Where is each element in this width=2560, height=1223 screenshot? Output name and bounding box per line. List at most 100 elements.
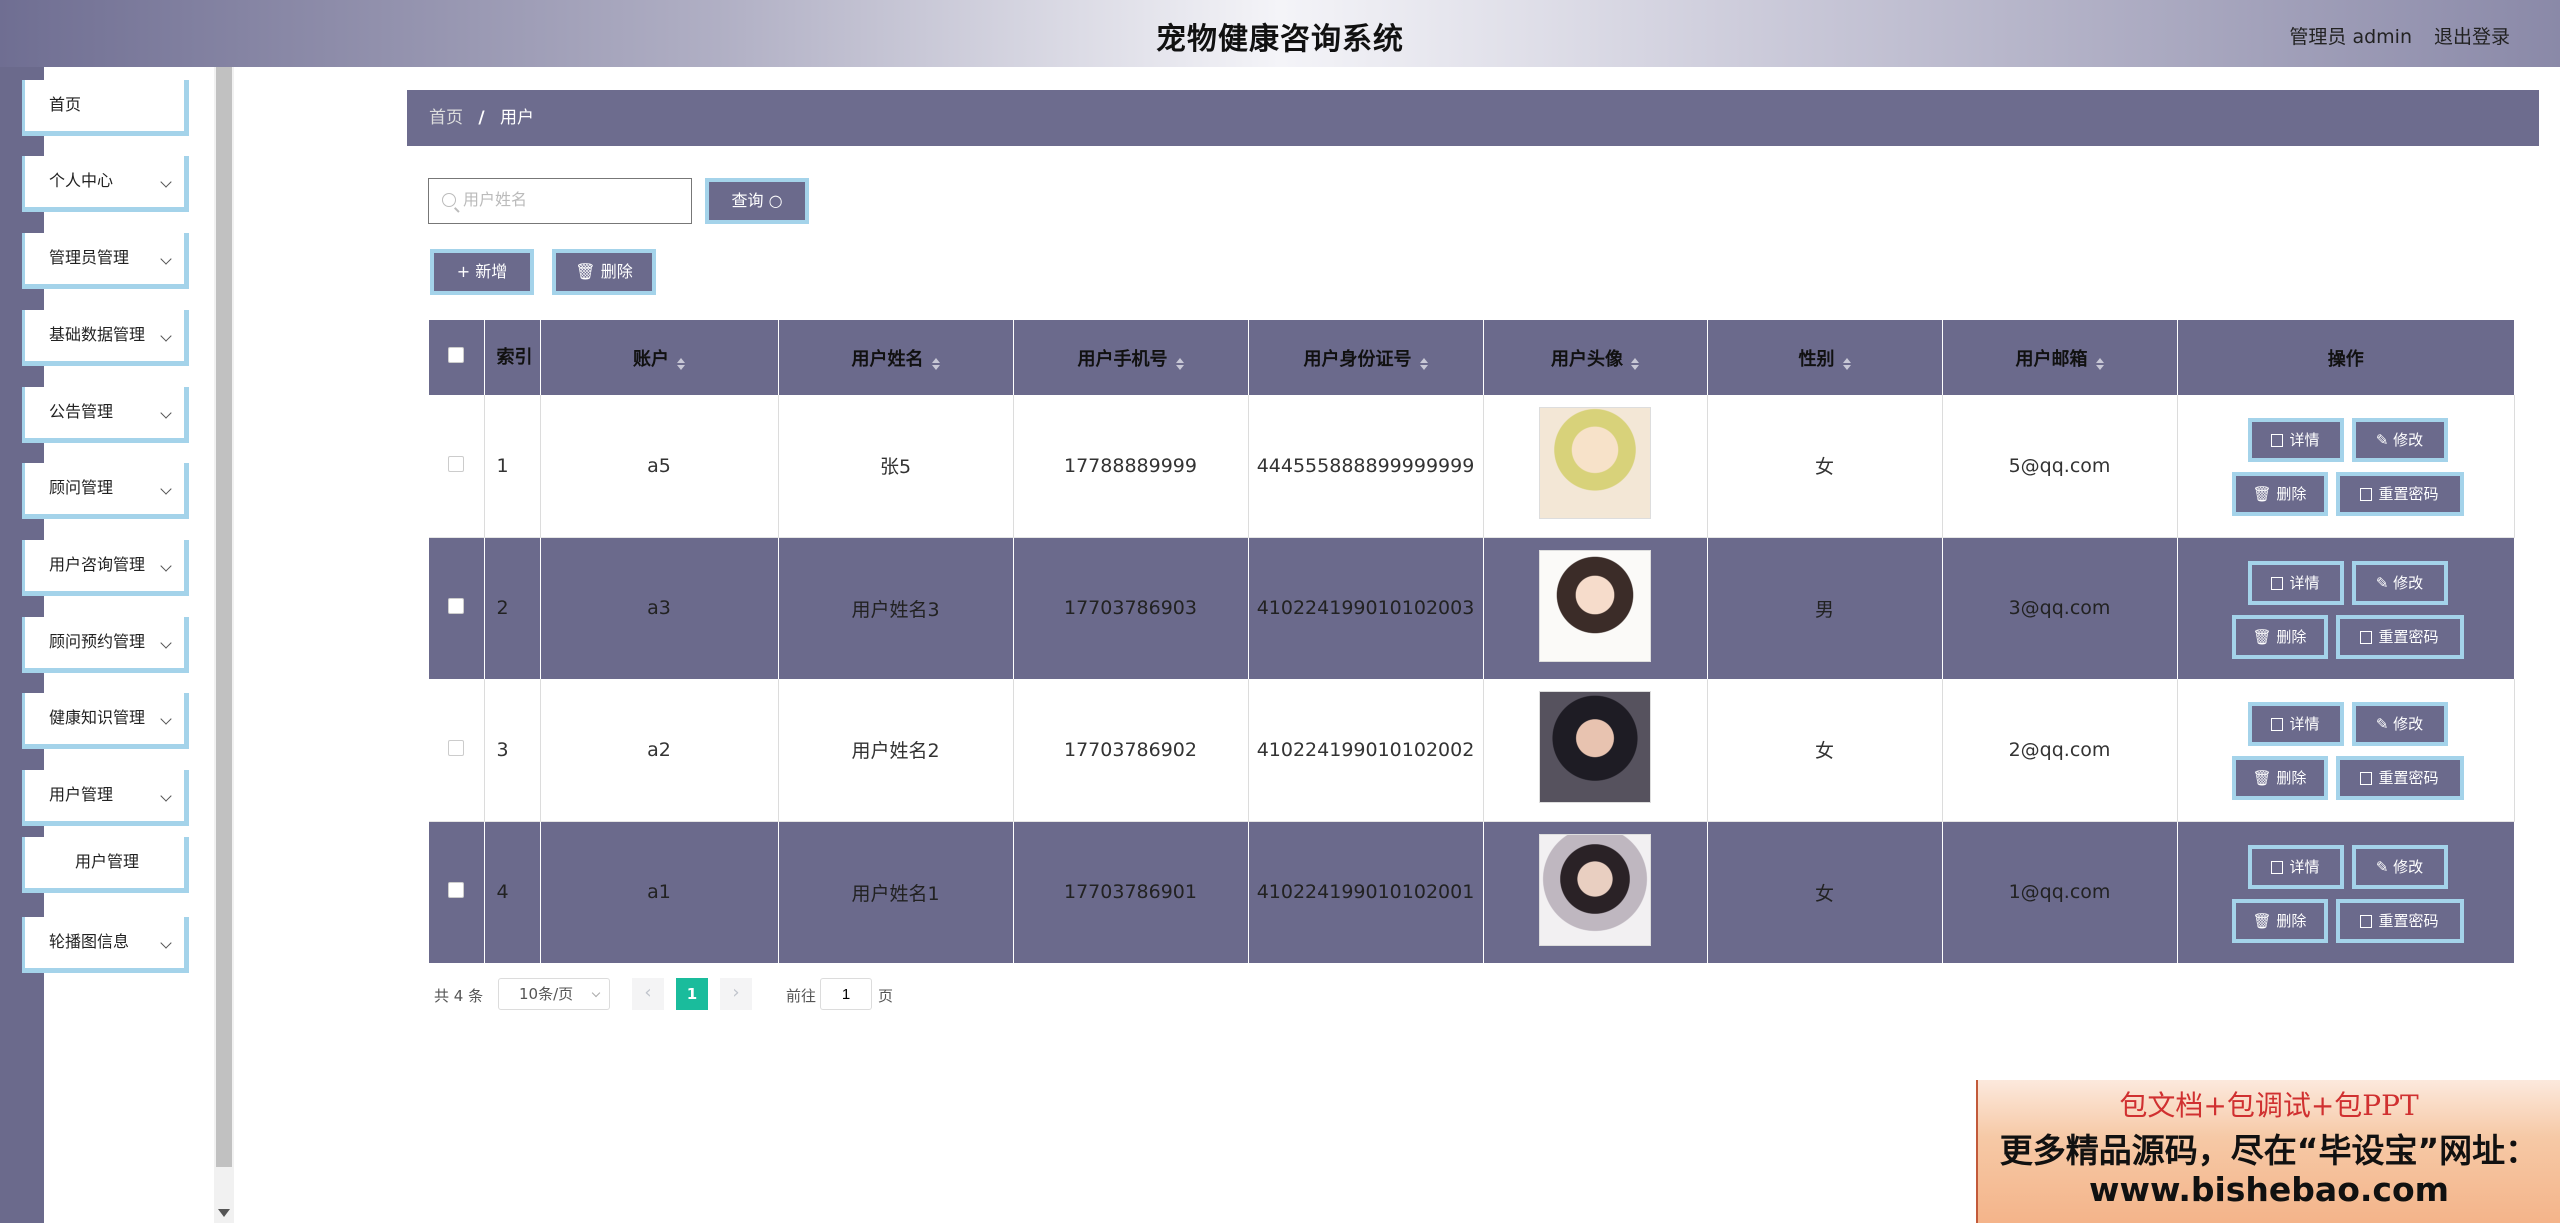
detail-button[interactable]: 详情	[2247, 560, 2344, 605]
reset-password-button[interactable]: 重置密码	[2335, 472, 2464, 516]
row-checkbox-cell[interactable]	[429, 537, 485, 679]
chevron-down-icon	[160, 937, 172, 949]
avatar[interactable]	[1539, 407, 1651, 520]
goto-page-input[interactable]	[820, 978, 872, 1010]
sort-icon[interactable]	[1175, 357, 1184, 370]
sidebar-item-label: 轮播图信息	[49, 932, 130, 951]
sort-icon[interactable]	[1842, 357, 1851, 370]
cell-phone: 17788889999	[1013, 395, 1249, 538]
sidebar-item-admin-management[interactable]: 管理员管理	[22, 233, 189, 289]
row-checkbox[interactable]	[448, 455, 465, 472]
pencil-icon: ✎	[2375, 715, 2394, 733]
row-checkbox[interactable]	[448, 739, 465, 756]
detail-button[interactable]: 详情	[2247, 844, 2344, 889]
sidebar-item-health-knowledge[interactable]: 健康知识管理	[22, 693, 189, 749]
next-page-button[interactable]: ›	[720, 978, 752, 1010]
user-table: 索引 账户 用户姓名 用户手机号 用户身份证号 用户头像 性别 用户邮箱 操作 …	[429, 320, 2515, 963]
sort-icon[interactable]	[1631, 357, 1639, 370]
delete-button[interactable]: 🗑 删除	[2231, 898, 2328, 943]
add-button[interactable]: + 新增	[430, 249, 534, 295]
detail-label: 详情	[2289, 857, 2320, 876]
sidebar-item-label: 顾问预约管理	[49, 632, 146, 651]
delete-button[interactable]: 🗑 删除	[2231, 756, 2328, 800]
trash-icon: 🗑	[2252, 627, 2277, 646]
sidebar-item-carousel[interactable]: 轮播图信息	[22, 917, 189, 973]
delete-button[interactable]: 🗑 删除	[2231, 614, 2328, 659]
batch-delete-button[interactable]: 🗑 删除	[552, 249, 656, 295]
delete-label: 删除	[2276, 485, 2307, 503]
edit-button[interactable]: ✎ 修改	[2351, 844, 2448, 889]
detail-button[interactable]: 详情	[2247, 418, 2344, 462]
page-size-select[interactable]: 10条/页	[498, 978, 610, 1010]
sidebar-item-consultant[interactable]: 顾问管理	[22, 463, 189, 519]
sidebar-item-appointment[interactable]: 顾问预约管理	[22, 617, 189, 673]
header-account[interactable]: 账户	[540, 320, 779, 395]
edit-button[interactable]: ✎ 修改	[2351, 560, 2448, 605]
cell-gender: 女	[1707, 679, 1943, 822]
document-icon	[2271, 860, 2284, 874]
row-checkbox-cell[interactable]	[429, 821, 485, 963]
page-number-current[interactable]: 1	[676, 978, 708, 1010]
logout-link[interactable]: 退出登录	[2434, 22, 2510, 49]
sort-icon[interactable]	[2095, 357, 2104, 370]
sidebar-item-user-consult[interactable]: 用户咨询管理	[22, 540, 189, 596]
search-input[interactable]	[428, 178, 692, 224]
header-idcard[interactable]: 用户身份证号	[1248, 320, 1484, 395]
cell-ops: 详情 ✎ 修改 🗑 删除 重置密码	[2177, 537, 2515, 679]
edit-label: 修改	[2393, 715, 2424, 733]
sidebar-item-personal-center[interactable]: 个人中心	[22, 156, 189, 212]
detail-button[interactable]: 详情	[2247, 702, 2344, 746]
document-icon	[2271, 434, 2284, 447]
reset-password-button[interactable]: 重置密码	[2335, 756, 2464, 800]
scroll-down-arrow-icon[interactable]	[218, 1209, 230, 1217]
header-ops: 操作	[2177, 320, 2515, 395]
avatar[interactable]	[1539, 833, 1651, 946]
chevron-down-icon	[160, 790, 172, 802]
scrollbar-thumb[interactable]	[216, 67, 232, 1167]
header-select-all[interactable]	[429, 320, 485, 395]
sidebar-item-base-data[interactable]: 基础数据管理	[22, 310, 189, 366]
search-icon	[442, 193, 456, 207]
trash-icon: 🗑	[2252, 769, 2277, 787]
prev-page-button[interactable]: ‹	[632, 978, 664, 1010]
row-checkbox-cell[interactable]	[429, 395, 485, 538]
header-phone[interactable]: 用户手机号	[1013, 320, 1249, 395]
query-button[interactable]: 查询 ○	[705, 178, 809, 224]
cell-account: a1	[540, 821, 779, 963]
row-checkbox[interactable]	[448, 882, 465, 899]
sidebar-item-home[interactable]: 首页	[22, 80, 189, 136]
avatar[interactable]	[1539, 549, 1651, 662]
row-checkbox[interactable]	[448, 598, 465, 615]
detail-label: 详情	[2289, 715, 2320, 733]
delete-label: 删除	[2276, 769, 2307, 787]
table-row: 4 a1 用户姓名1 17703786901 41022419901010200…	[429, 821, 2515, 963]
cell-avatar	[1483, 395, 1708, 538]
sort-icon[interactable]	[677, 357, 685, 370]
pencil-icon: ✎	[2375, 857, 2394, 876]
breadcrumb-home[interactable]: 首页	[429, 108, 463, 128]
reset-label: 重置密码	[2378, 769, 2439, 787]
sort-icon[interactable]	[931, 357, 940, 370]
header-email[interactable]: 用户邮箱	[1942, 320, 2178, 395]
avatar[interactable]	[1539, 691, 1651, 804]
row-checkbox-cell[interactable]	[429, 679, 485, 822]
edit-button[interactable]: ✎ 修改	[2351, 418, 2448, 462]
select-all-checkbox[interactable]	[448, 347, 465, 363]
sidebar-item-notice[interactable]: 公告管理	[22, 387, 189, 443]
header-name[interactable]: 用户姓名	[778, 320, 1014, 395]
header-gender[interactable]: 性别	[1707, 320, 1943, 395]
detail-label: 详情	[2289, 573, 2320, 592]
search-icon: ○	[768, 191, 783, 210]
sidebar-item-user-management[interactable]: 用户管理	[22, 770, 189, 826]
reset-password-button[interactable]: 重置密码	[2335, 614, 2464, 659]
header-avatar[interactable]: 用户头像	[1483, 320, 1708, 395]
sidebar-subitem-user-management[interactable]: 用户管理	[22, 837, 189, 893]
sidebar-item-label: 用户咨询管理	[49, 555, 146, 574]
delete-button[interactable]: 🗑 删除	[2231, 472, 2328, 516]
header-gender-label: 性别	[1798, 348, 1835, 370]
sort-icon[interactable]	[1419, 357, 1428, 370]
edit-button[interactable]: ✎ 修改	[2351, 702, 2448, 746]
header-phone-label: 用户手机号	[1077, 348, 1168, 370]
sidebar-scrollbar[interactable]	[214, 67, 234, 1223]
reset-password-button[interactable]: 重置密码	[2335, 898, 2464, 943]
